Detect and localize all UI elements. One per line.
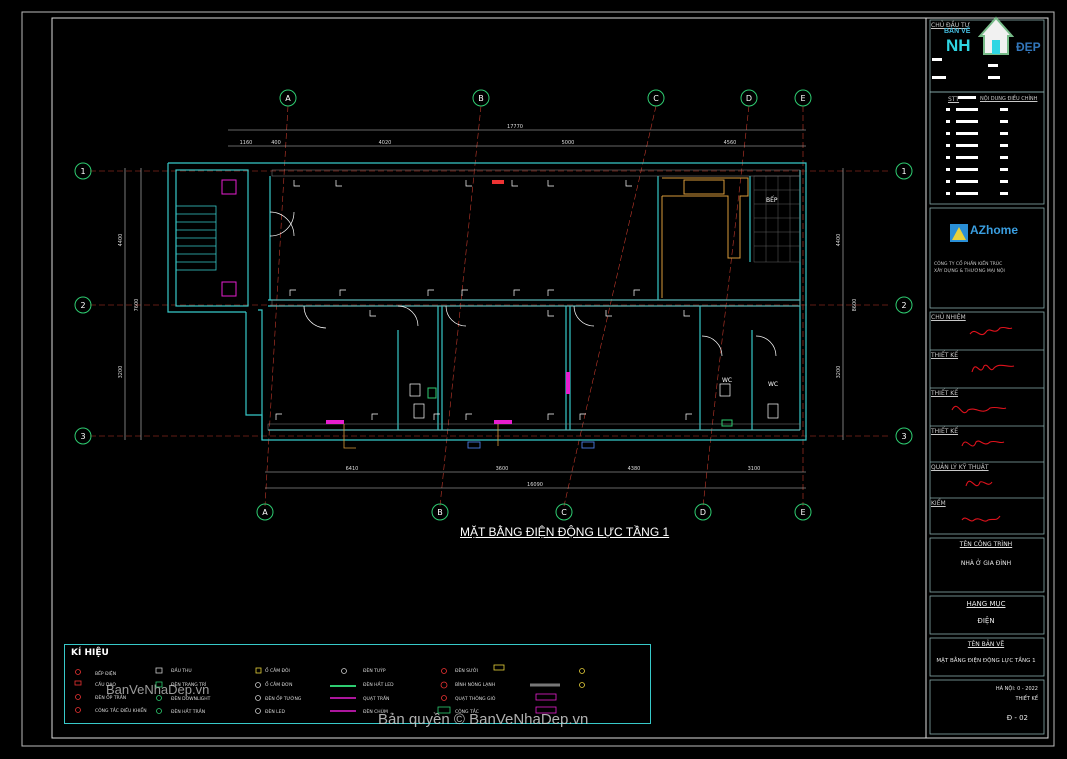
house-icon xyxy=(978,16,1014,55)
staircase xyxy=(175,205,217,271)
company-line-1: CÔNG TY CỔ PHẦN KIẾN TRÚC xyxy=(934,262,1003,267)
legend-item: Ổ CẮM ĐÔI xyxy=(265,669,290,674)
axis-right-2: 2 xyxy=(901,301,906,310)
ha-noi-date: HÀ NỘI: 0 - 2022 xyxy=(995,686,1038,692)
outer-frame xyxy=(21,11,1055,747)
watermark-small: BanVeNhaDep.vn xyxy=(106,682,210,697)
azhome-brand: AZhome xyxy=(970,223,1018,237)
quan-ly-label: QUẢN LÝ KỸ THUẬT xyxy=(931,464,989,471)
plan-title: MẶT BẰNG ĐIỆN ĐỘNG LỰC TẦNG 1 xyxy=(460,525,670,539)
sheet-number: Đ - 02 xyxy=(1006,714,1028,722)
dim-top-total: 17770 xyxy=(507,124,523,130)
logo-top-text: BẢN VẼ xyxy=(944,28,971,35)
legend-title: KÍ HIỆU xyxy=(71,648,109,658)
ten-cong-trinh-value: NHÀ Ở GIA ĐÌNH xyxy=(960,560,1012,567)
ten-ban-ve-label: TÊN BẢN VẼ xyxy=(967,641,1005,648)
axis-left-3: 3 xyxy=(80,432,85,441)
room-label-wc-1: WC xyxy=(722,377,732,384)
axis-bottom-e: E xyxy=(800,508,805,517)
dim-left-3: 3200 xyxy=(118,366,124,379)
dim-bottom-seg-2: 3600 xyxy=(496,466,509,472)
logo-dep-text: ĐẸP xyxy=(1016,40,1041,54)
bathroom-tiles xyxy=(753,175,801,263)
walls xyxy=(167,162,807,441)
switches xyxy=(326,180,570,424)
azhome-logo: AZhome xyxy=(950,222,1024,244)
ten-cong-trinh-label: TÊN CÔNG TRÌNH xyxy=(959,541,1013,548)
legend-item: ĐÈN HẮT TRẦN xyxy=(171,710,206,715)
legend-item: ĐÈN LED xyxy=(265,710,285,715)
legend-item: BÌNH NÓNG LẠNH xyxy=(455,683,496,688)
dim-left-2: 7600 xyxy=(134,299,140,312)
thiet-ke-small: THIẾT KẾ xyxy=(1015,696,1038,702)
thiet-ke-label-1: THIẾT KẾ xyxy=(931,352,959,359)
axis-bottom-d: D xyxy=(700,508,706,517)
legend-item: QUẠT TRẦN xyxy=(363,697,390,702)
thiet-ke-label-3: THIẾT KẾ xyxy=(931,428,959,435)
legend-item: ĐÈN ỐP TƯỜNG xyxy=(265,697,302,702)
axis-top-b: B xyxy=(478,94,484,103)
dim-right-2: 8600 xyxy=(852,299,858,312)
revision-label: NỘI DUNG ĐIỀU CHỈNH xyxy=(980,96,1038,102)
dim-bottom-seg-4: 3100 xyxy=(748,466,761,472)
dim-left-1: 4400 xyxy=(118,234,124,247)
legend-item: Ổ CẮM ĐƠN xyxy=(265,683,293,688)
dim-right-3: 3200 xyxy=(836,366,842,379)
hang-muc-label: HẠNG MỤC xyxy=(966,600,1006,608)
legend-item: ĐÈN HẮT LED xyxy=(363,683,394,688)
dim-bottom-seg-3: 4380 xyxy=(628,466,641,472)
stt-label: STT xyxy=(948,96,960,103)
thiet-ke-label-2: THIẾT KẾ xyxy=(931,390,959,397)
axis-top-c: C xyxy=(653,94,659,103)
axis-left-1: 1 xyxy=(80,167,85,176)
azhome-mark-icon xyxy=(950,224,968,242)
legend-item: BẾP ĐIỆN xyxy=(95,672,117,677)
legend-item: ĐÈN SƯỞI xyxy=(455,669,479,674)
title-block: CHỦ ĐẦU TƯ STT NỘI DUNG ĐIỀU CHỈNH CÔNG … xyxy=(928,18,1046,736)
legend-item: ĐÈN TUÝP xyxy=(363,669,386,674)
watermark-main: Bản quyền © BanVeNhaDep.vn xyxy=(378,711,589,728)
axis-top-e: E xyxy=(800,94,805,103)
company-line-2: XÂY DỰNG & THƯƠNG MẠI NỘI xyxy=(934,269,1005,274)
logo-nh-text: NH xyxy=(946,36,971,55)
ten-ban-ve-value: MẶT BẰNG ĐIỆN ĐỘNG LỰC TẦNG 1 xyxy=(936,658,1036,664)
legend-item: ĐẦU THU xyxy=(171,669,192,674)
dimension-lines xyxy=(124,129,844,489)
banvenhadep-logo: BẢN VẼ NH ĐẸP xyxy=(944,14,1056,64)
axis-right-1: 1 xyxy=(901,167,906,176)
inner-frame xyxy=(51,17,1049,739)
legend-item: CÔNG TẮC ĐIỀU KHIỂN xyxy=(95,709,147,714)
dim-top-seg-3: 4020 xyxy=(379,140,392,146)
column-marker xyxy=(221,179,237,195)
axis-left-2: 2 xyxy=(80,301,85,310)
axis-top-a: A xyxy=(285,94,291,103)
chu-nhiem-label: CHỦ NHIỆM xyxy=(931,314,966,321)
axis-bottom-a: A xyxy=(262,508,268,517)
dim-top-seg-1: 1160 xyxy=(240,140,253,146)
hang-muc-value: ĐIỆN xyxy=(977,617,995,625)
room-label-wc-2: WC xyxy=(768,381,778,388)
dim-bottom-seg-1: 6410 xyxy=(346,466,359,472)
kitchen-cabinets xyxy=(661,177,749,298)
axis-bottom-c: C xyxy=(561,508,567,517)
kiem-label: KIỂM xyxy=(931,500,946,507)
legend-item: ĐÈN DOWNLIGHT xyxy=(171,697,211,702)
axis-right-3: 3 xyxy=(901,432,906,441)
room-label-kitchen: BẾP xyxy=(766,196,778,204)
dim-top-seg-4: 5000 xyxy=(562,140,575,146)
dim-top-seg-2: 400 xyxy=(271,140,281,146)
dim-bottom-total: 16090 xyxy=(527,482,543,488)
axis-bottom-b: B xyxy=(437,508,443,517)
legend-item: QUẠT THÔNG GIÓ xyxy=(455,697,496,702)
dim-right-1: 4400 xyxy=(836,234,842,247)
column-marker xyxy=(221,281,237,297)
axis-top-d: D xyxy=(746,94,752,103)
dim-top-seg-5: 4560 xyxy=(724,140,737,146)
